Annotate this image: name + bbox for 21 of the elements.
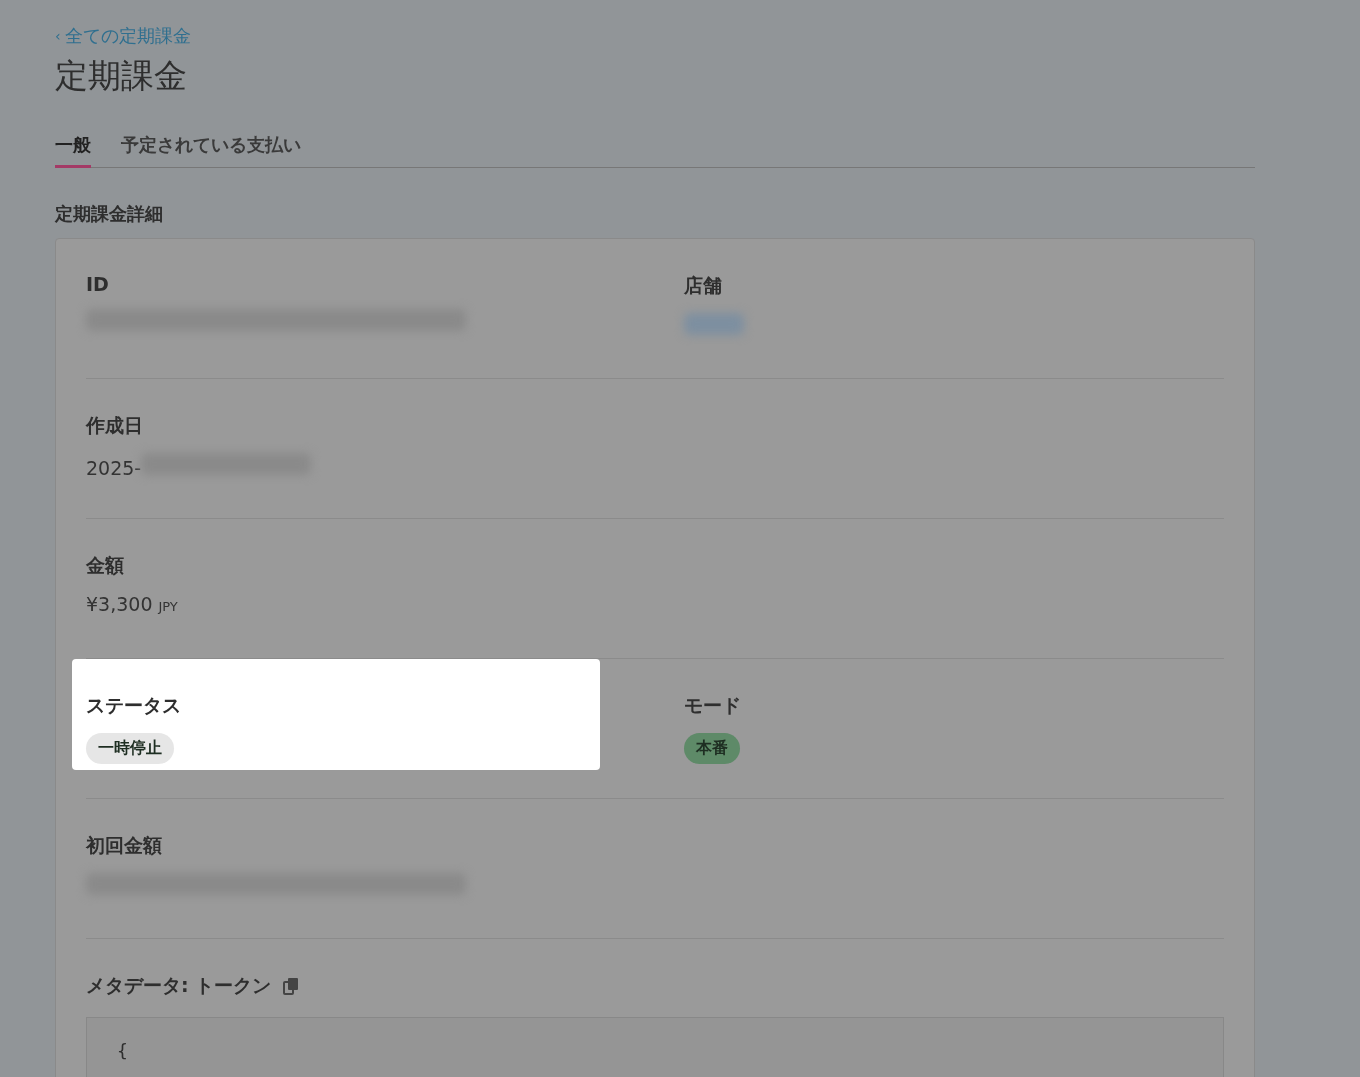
- field-label: 作成日: [86, 413, 143, 438]
- code-line: {: [117, 1040, 129, 1061]
- field-label: メタデータ: トークン: [86, 973, 272, 998]
- page-title: 定期課金: [55, 55, 188, 97]
- back-link[interactable]: ‹ 全ての定期課金: [55, 24, 191, 48]
- field-label: モード: [684, 693, 741, 718]
- date-value: 2025-: [86, 457, 142, 479]
- status-badge: 本番: [684, 733, 740, 764]
- section-title: 定期課金詳細: [55, 202, 164, 226]
- currency-code: JPY: [158, 599, 178, 614]
- field-label: 店舗: [684, 273, 722, 298]
- field-label: ID: [86, 273, 109, 295]
- tab[interactable]: 予定されている支払い: [121, 133, 301, 168]
- chevron-left-icon: ‹: [55, 28, 61, 44]
- field-label: 初回金額: [86, 833, 162, 858]
- field-label: 金額: [86, 553, 124, 578]
- field-label: ステータス: [86, 693, 181, 718]
- copy-icon[interactable]: [283, 977, 300, 995]
- amount-value: ¥3,300: [86, 593, 153, 615]
- status-badge: 一時停止: [86, 733, 174, 764]
- tab[interactable]: 一般: [55, 133, 91, 168]
